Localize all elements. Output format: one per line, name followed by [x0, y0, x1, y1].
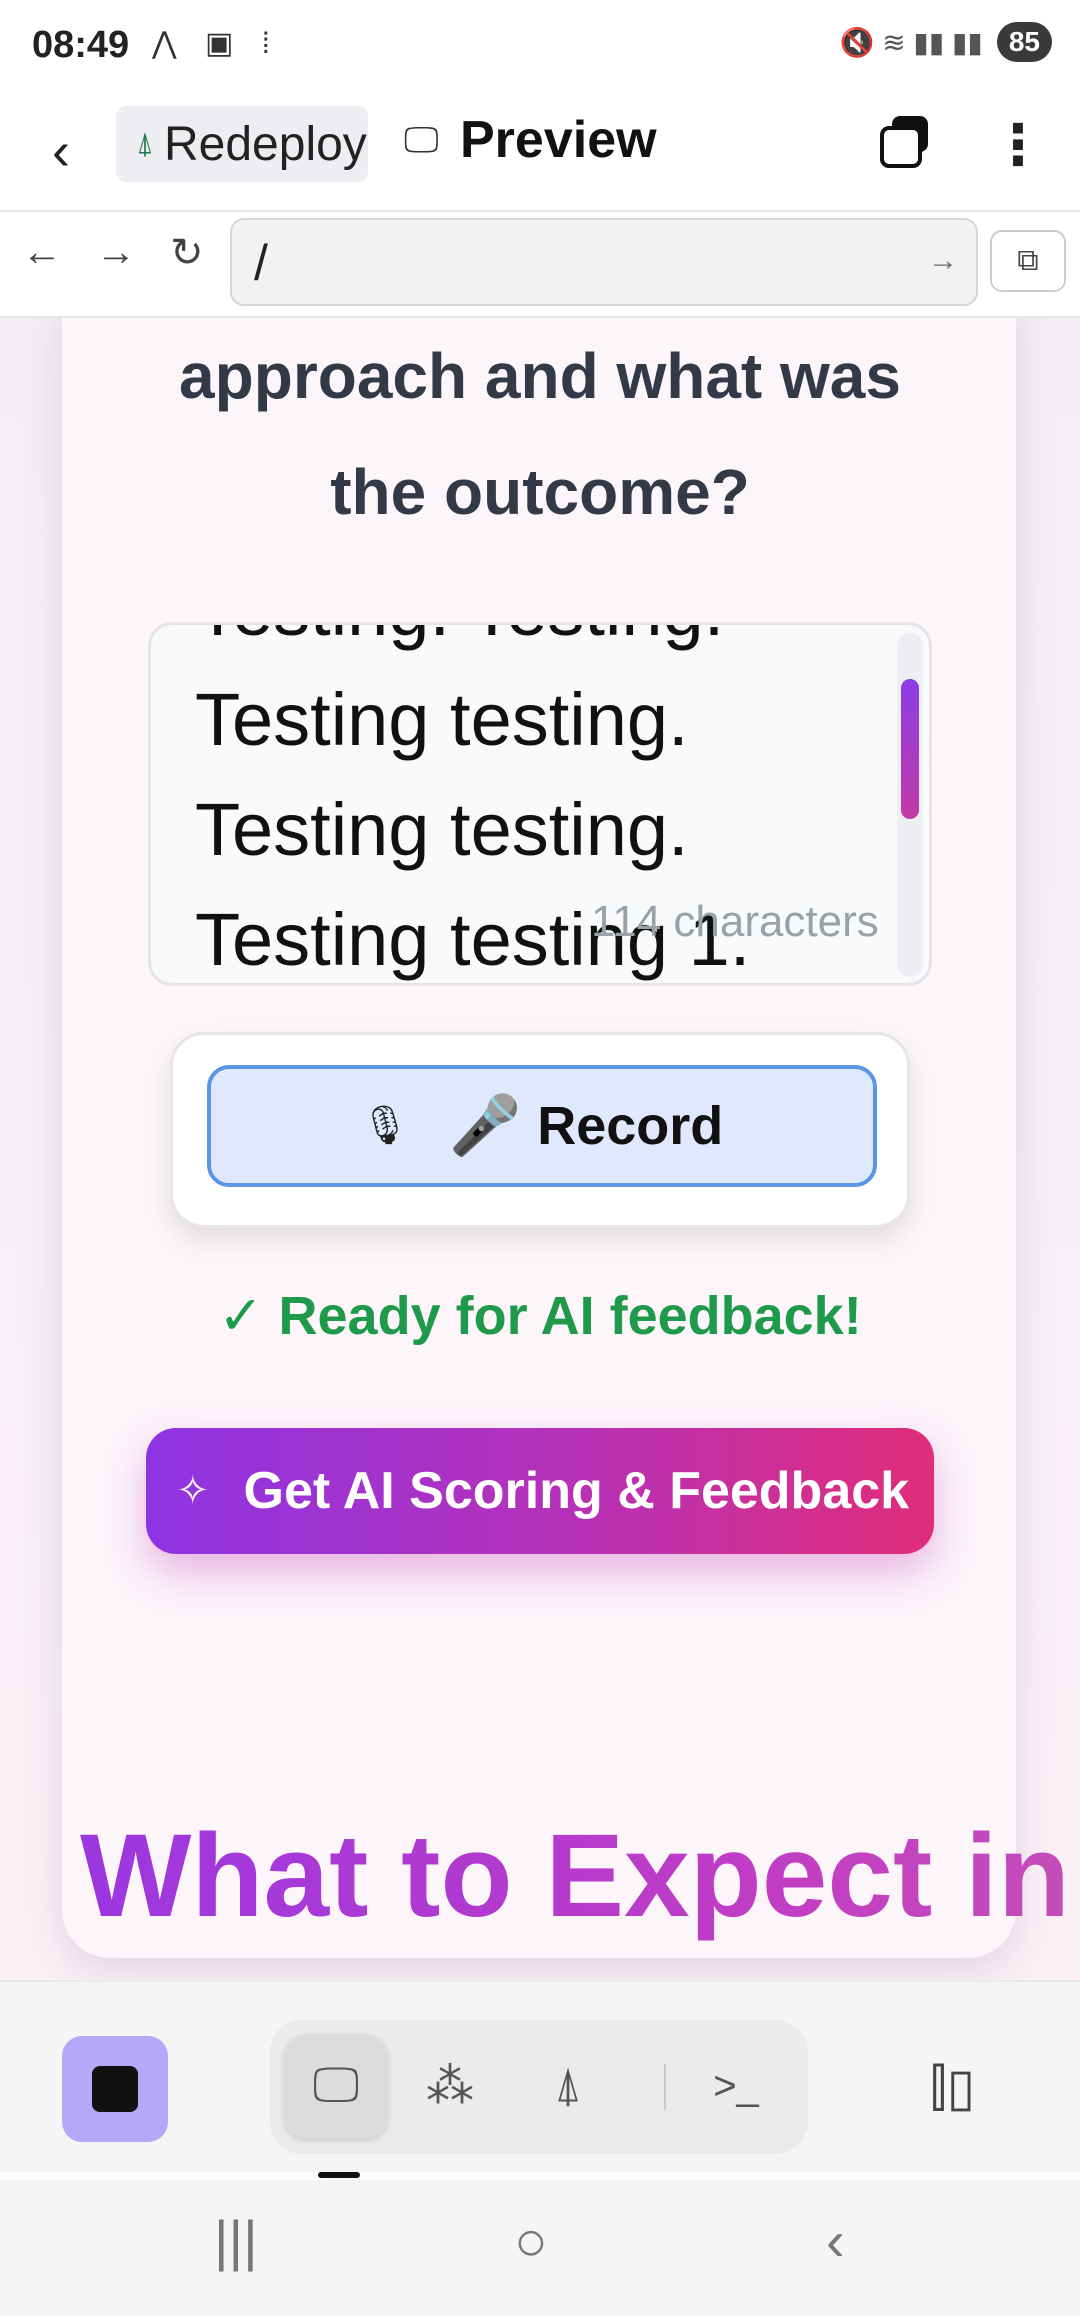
more-options-icon[interactable]: ⋮ — [990, 112, 1046, 178]
url-field[interactable]: / → — [230, 218, 978, 306]
side-panel-icon[interactable]: ⫿▯ — [930, 2058, 975, 2119]
monitor-mode-button[interactable]: 🖵 — [284, 2034, 388, 2138]
ready-status: ✓ Ready for AI feedback! — [218, 1286, 862, 1346]
back-icon[interactable]: ‹ — [52, 120, 70, 182]
character-count: 114 characters — [591, 897, 879, 946]
recents-icon[interactable]: ||| — [214, 2208, 258, 2273]
tabs-switcher-front — [880, 126, 922, 168]
tab-preview-label: Preview — [460, 111, 657, 169]
url-text: / — [254, 235, 268, 291]
scrollbar-thumb[interactable] — [901, 679, 919, 819]
mode-divider — [664, 2064, 666, 2110]
status-right: 🔇 ≋ ▮▮ ▮▮ 85 — [840, 22, 1052, 62]
record-button[interactable]: 🎙 🎤 Record — [207, 1065, 877, 1187]
reload-icon[interactable]: ↻ — [170, 230, 204, 276]
home-icon[interactable]: ○ — [514, 2208, 548, 2273]
monitor-icon: 🖵 — [312, 2059, 360, 2112]
open-external-button[interactable]: ⧉ — [990, 230, 1066, 292]
mode-switcher: 🖵 ⁂ ⍋ >_ — [270, 2020, 808, 2154]
notification-icons: ⋀ ▣ ⁞ — [152, 27, 280, 60]
ai-feedback-label: Get AI Scoring & Feedback — [243, 1462, 910, 1520]
grid-icon: ⁂ — [426, 2060, 474, 2113]
microphone-emoji-icon: 🎤 — [448, 1093, 522, 1158]
tab-preview[interactable]: 🖵 Preview — [404, 110, 657, 170]
tab-redeploy[interactable]: ⍋ Redeploy — [116, 106, 368, 182]
terminal-icon: >_ — [713, 2063, 759, 2108]
battery-level: 85 — [996, 22, 1052, 62]
active-mode-indicator — [318, 2172, 360, 2178]
status-time: 08:49 — [32, 24, 130, 66]
answer-scrollbar[interactable] — [897, 633, 923, 977]
microphone-icon: 🎙 — [360, 1105, 409, 1147]
stop-button[interactable] — [62, 2036, 168, 2142]
tab-redeploy-label: Redeploy — [164, 117, 367, 171]
preview-content: approach and what was the outcome? Testi… — [0, 318, 1080, 1980]
go-icon[interactable]: → — [928, 244, 958, 278]
status-bar: 08:49 ⋀ ▣ ⁞ 🔇 ≋ ▮▮ ▮▮ 85 — [0, 0, 1080, 92]
signal-icons: 🔇 ≋ ▮▮ ▮▮ — [839, 26, 983, 58]
sparkle-icon: ✧ — [176, 1469, 210, 1513]
browser-bar: ← → ↻ / → ⧉ — [0, 212, 1080, 318]
answer-textarea[interactable]: Testing. Testing. Testing testing. Testi… — [148, 622, 932, 986]
terminal-mode-button[interactable]: >_ — [684, 2034, 788, 2138]
bottom-toolbar: 🖵 ⁂ ⍋ >_ ⫿▯ — [0, 1980, 1080, 2172]
question-line-1: approach and what was — [179, 340, 901, 412]
system-back-icon[interactable]: ‹ — [826, 2208, 845, 2273]
browser-back-icon[interactable]: ← — [22, 230, 62, 275]
app-bar: ‹ ⍋ Redeploy 🖵 Preview ⋮ — [0, 92, 1080, 212]
grid-mode-button[interactable]: ⁂ — [398, 2034, 502, 2138]
question-line-2: the outcome? — [330, 456, 750, 528]
stop-icon — [92, 2066, 138, 2112]
system-nav-bar: ||| ○ ‹ — [0, 2180, 1080, 2316]
record-panel: 🎙 🎤 Record — [170, 1032, 910, 1228]
deploy-mode-button[interactable]: ⍋ — [516, 2034, 620, 2138]
record-label: Record — [537, 1096, 724, 1156]
deploy-icon: ⍋ — [136, 127, 154, 160]
tabs-switcher-icon[interactable] — [880, 116, 932, 168]
section-heading: What to Expect in — [80, 1810, 1070, 1942]
monitor-icon: 🖵 — [404, 118, 439, 160]
deploy-icon: ⍋ — [553, 2059, 583, 2112]
browser-forward-icon[interactable]: → — [96, 230, 136, 275]
get-ai-feedback-button[interactable]: ✧ Get AI Scoring & Feedback — [146, 1428, 934, 1554]
